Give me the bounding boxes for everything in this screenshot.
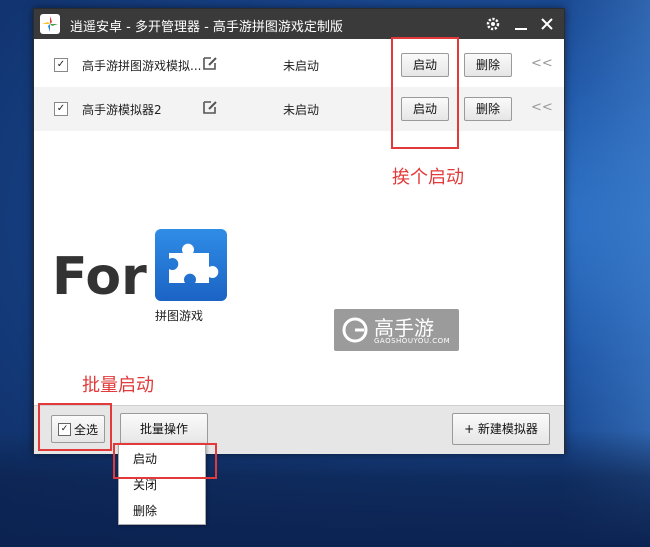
delete-button[interactable]: 删除	[464, 53, 512, 77]
edit-icon[interactable]	[202, 99, 218, 115]
expand-chevron-icon[interactable]: <<	[531, 56, 553, 71]
annotation-one-by-one: 挨个启动	[392, 167, 464, 188]
emulator-row: ✓ 高手游模拟器2 未启动 启动 删除 <<	[34, 87, 564, 131]
minimize-icon[interactable]	[510, 13, 532, 35]
row-checkbox[interactable]: ✓	[54, 102, 68, 116]
emulator-row: ✓ 高手游拼图游戏模拟... 未启动 启动 删除 <<	[34, 43, 564, 87]
delete-button[interactable]: 删除	[464, 97, 512, 121]
annotation-batch-start: 批量启动	[82, 375, 154, 396]
edit-icon[interactable]	[202, 55, 218, 71]
gear-icon[interactable]	[482, 13, 504, 35]
highlight-menu-start	[113, 443, 217, 479]
puzzle-game-icon	[155, 229, 227, 301]
emulator-name: 高手游模拟器2	[82, 103, 162, 117]
batch-operation-button[interactable]: 批量操作	[120, 413, 208, 445]
expand-chevron-icon[interactable]: <<	[531, 100, 553, 115]
row-checkbox[interactable]: ✓	[54, 58, 68, 72]
new-emulator-button[interactable]: + 新建模拟器	[452, 413, 550, 445]
watermark-subtext: GAOSHOUYOU.COM	[374, 337, 451, 345]
window-title: 逍遥安卓 - 多开管理器 - 高手游拼图游戏定制版	[70, 20, 343, 35]
game-name-label: 拼图游戏	[155, 309, 204, 323]
multi-instance-manager-window: 逍遥安卓 - 多开管理器 - 高手游拼图游戏定制版 ✓ 高手游拼图游戏模拟...…	[33, 8, 565, 454]
app-logo-icon	[40, 14, 60, 34]
watermark-logo: 高手游 GAOSHOUYOU.COM	[334, 309, 459, 351]
for-text: For	[52, 247, 147, 307]
title-bar: 逍遥安卓 - 多开管理器 - 高手游拼图游戏定制版	[34, 9, 564, 39]
emulator-status: 未启动	[283, 59, 320, 73]
menu-item-delete[interactable]: 删除	[119, 496, 205, 522]
close-icon[interactable]	[536, 13, 558, 35]
highlight-select-all	[38, 403, 112, 451]
highlight-start-buttons	[391, 37, 459, 149]
emulator-status: 未启动	[283, 103, 320, 117]
emulator-name: 高手游拼图游戏模拟...	[82, 59, 202, 73]
